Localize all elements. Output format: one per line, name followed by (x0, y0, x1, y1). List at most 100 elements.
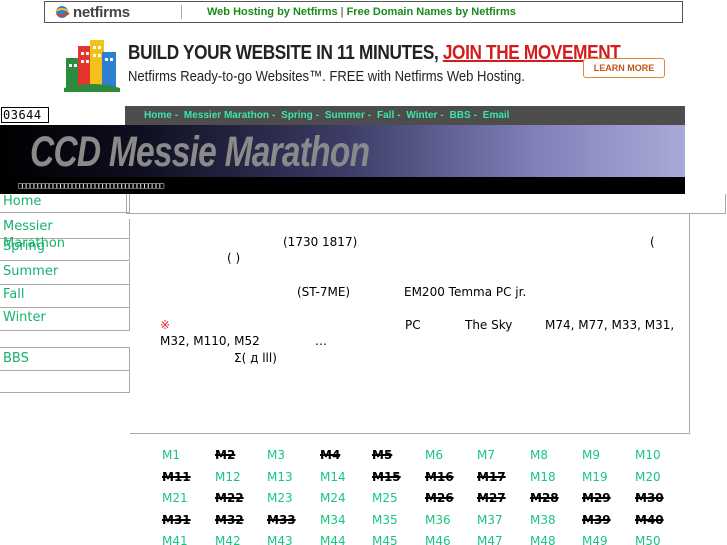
messier-object-m14[interactable]: M14 (320, 470, 372, 484)
sidebar-item-empty (0, 371, 130, 393)
messier-object-m47[interactable]: M47 (477, 534, 529, 545)
messier-object-m46[interactable]: M46 (425, 534, 477, 545)
banner-headline-text: BUILD YOUR WEBSITE IN 11 MINUTES, (128, 42, 439, 64)
netfirms-globe-icon (55, 5, 71, 19)
nav-summer[interactable]: Summer (325, 110, 365, 121)
messier-object-m6[interactable]: M6 (425, 448, 477, 462)
nav-winter[interactable]: Winter (406, 110, 437, 121)
nav-bbs[interactable]: BBS (450, 110, 471, 121)
messier-object-m21[interactable]: M21 (162, 491, 214, 505)
text-ellipsis: … (315, 334, 327, 348)
nav-home[interactable]: Home (144, 110, 172, 121)
nav-email[interactable]: Email (483, 110, 510, 121)
messier-object-m44[interactable]: M44 (320, 534, 372, 545)
software-name: The Sky (465, 318, 513, 332)
messier-object-m50[interactable]: M50 (635, 534, 687, 545)
messier-object-m12[interactable]: M12 (215, 470, 267, 484)
messier-object-m19[interactable]: M19 (582, 470, 634, 484)
sidebar-item-label: Home (3, 194, 42, 209)
messier-object-m38[interactable]: M38 (530, 513, 582, 527)
messier-object-m39[interactable]: M39 (582, 513, 634, 527)
messier-object-m49[interactable]: M49 (582, 534, 634, 545)
messier-object-m16[interactable]: M16 (425, 470, 477, 484)
nav-separator: - (397, 110, 401, 121)
netfirms-links: Web Hosting by Netfirms | Free Domain Na… (207, 6, 516, 18)
messier-object-m31[interactable]: M31 (162, 513, 214, 527)
messier-object-m13[interactable]: M13 (267, 470, 319, 484)
messier-object-m25[interactable]: M25 (372, 491, 424, 505)
messier-object-m27[interactable]: M27 (477, 491, 529, 505)
nav-separator: - (367, 110, 372, 121)
messier-object-m22[interactable]: M22 (215, 491, 267, 505)
title-banner: CCD Messie Marathon (0, 125, 685, 177)
nav-spring[interactable]: Spring (281, 110, 313, 121)
sidebar-item-home[interactable]: Home (0, 194, 130, 213)
note-mark: ※ (160, 318, 171, 332)
messier-object-m4[interactable]: M4 (320, 448, 372, 462)
messier-object-m43[interactable]: M43 (267, 534, 319, 545)
messier-object-m35[interactable]: M35 (372, 513, 424, 527)
messier-object-m41[interactable]: M41 (162, 534, 214, 545)
messier-object-m11[interactable]: M11 (162, 470, 214, 484)
messier-object-m1[interactable]: M1 (162, 448, 214, 462)
messier-object-m40[interactable]: M40 (635, 513, 687, 527)
sidebar-item-winter[interactable]: Winter (0, 308, 130, 331)
messier-object-m15[interactable]: M15 (372, 470, 424, 484)
nav-separator: - (174, 110, 179, 121)
text-paren-pair: ( ) (227, 251, 241, 265)
netfirms-logo[interactable]: netfirms (55, 3, 130, 21)
messier-object-m10[interactable]: M10 (635, 448, 687, 462)
nav-fall[interactable]: Fall (377, 110, 394, 121)
ad-banner[interactable]: BUILD YOUR WEBSITE IN 11 MINUTES, JOIN T… (44, 24, 684, 104)
messier-object-m42[interactable]: M42 (215, 534, 267, 545)
messier-object-m2[interactable]: M2 (215, 448, 267, 462)
nav-separator: - (315, 110, 320, 121)
messier-object-m37[interactable]: M37 (477, 513, 529, 527)
sidebar-item-label: BBS (3, 351, 29, 366)
messier-object-m28[interactable]: M28 (530, 491, 582, 505)
messier-object-m48[interactable]: M48 (530, 534, 582, 545)
sidebar-item-fall[interactable]: Fall (0, 285, 130, 308)
messier-object-m34[interactable]: M34 (320, 513, 372, 527)
messier-object-m9[interactable]: M9 (582, 448, 634, 462)
visit-counter: 03644 (1, 107, 49, 123)
messier-object-m17[interactable]: M17 (477, 470, 529, 484)
emoticon-text: Σ( д lll) (234, 351, 277, 365)
mount-model: EM200 Temma PC jr. (404, 285, 527, 299)
web-hosting-link[interactable]: Web Hosting by Netfirms (207, 6, 338, 18)
text-paren: ( (650, 235, 655, 249)
messier-object-m24[interactable]: M24 (320, 491, 372, 505)
sidebar-item-messier-marathon[interactable]: Messier Marathon (0, 219, 130, 251)
messier-object-m29[interactable]: M29 (582, 491, 634, 505)
free-domain-link[interactable]: Free Domain Names by Netfirms (347, 6, 516, 18)
camera-model: (ST-7ME) (297, 285, 351, 299)
messier-object-m5[interactable]: M5 (372, 448, 424, 462)
messier-years: (1730 1817) (283, 235, 358, 249)
messier-object-m30[interactable]: M30 (635, 491, 687, 505)
subtitle-text: □□□□□□□□□□□□□□□□□□□□□□□□□□□□□□□□□□□□□□ (18, 181, 164, 190)
messier-object-m26[interactable]: M26 (425, 491, 477, 505)
messier-object-m36[interactable]: M36 (425, 513, 477, 527)
messier-object-m8[interactable]: M8 (530, 448, 582, 462)
sidebar-item-spring[interactable]: Spring (0, 239, 130, 261)
sidebar-item-bbs[interactable]: BBS (0, 347, 130, 371)
sidebar-item-label: Spring (3, 239, 45, 254)
banner-subline: Netfirms Ready-to-go Websites™. FREE wit… (128, 68, 525, 85)
messier-object-m18[interactable]: M18 (530, 470, 582, 484)
messier-object-m32[interactable]: M32 (215, 513, 267, 527)
text-pc: PC (405, 318, 421, 332)
header-panel (126, 194, 726, 214)
learn-more-button[interactable]: LEARN MORE (583, 58, 665, 78)
messier-object-m23[interactable]: M23 (267, 491, 319, 505)
messier-object-m7[interactable]: M7 (477, 448, 529, 462)
sidebar-item-summer[interactable]: Summer (0, 262, 130, 285)
messier-object-m20[interactable]: M20 (635, 470, 687, 484)
netfirms-logo-text: netfirms (73, 3, 130, 21)
messier-object-m45[interactable]: M45 (372, 534, 424, 545)
messier-object-m33[interactable]: M33 (267, 513, 319, 527)
netfirms-top-bar: netfirms Web Hosting by Netfirms | Free … (44, 1, 683, 23)
nav-separator: - (271, 110, 276, 121)
nav-separator: - (473, 110, 477, 121)
messier-object-m3[interactable]: M3 (267, 448, 319, 462)
nav-messier-marathon[interactable]: Messier Marathon (184, 110, 269, 121)
